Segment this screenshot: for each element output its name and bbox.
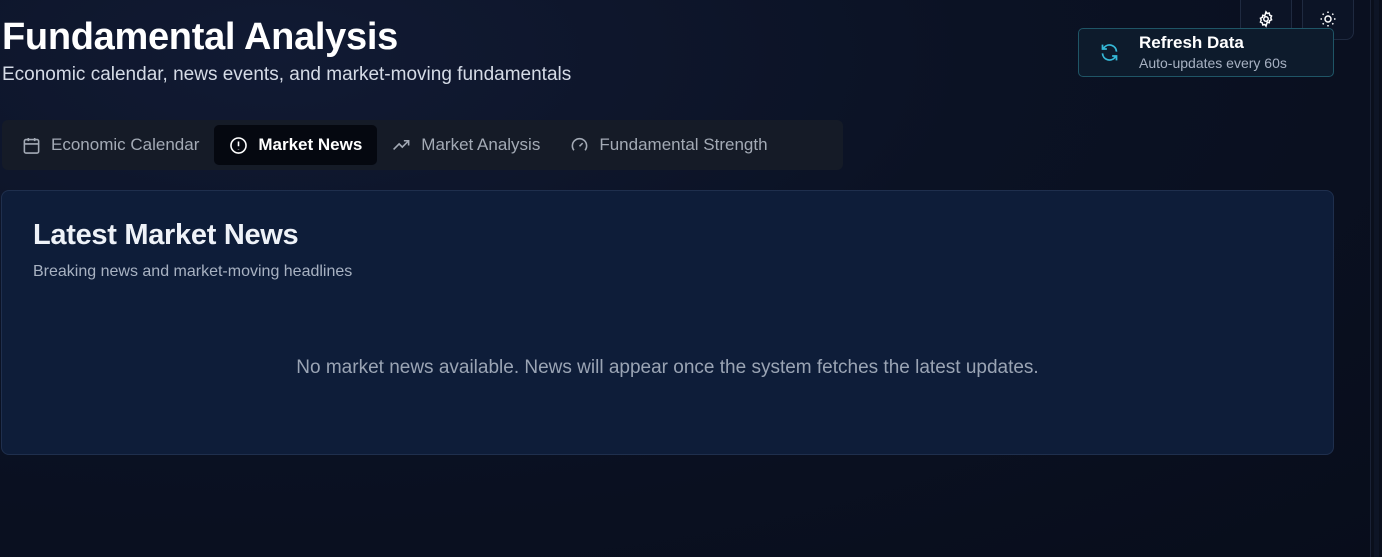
tab-market-analysis[interactable]: Market Analysis (377, 125, 555, 165)
page-subtitle: Economic calendar, news events, and mark… (2, 64, 572, 85)
tab-label: Market Analysis (421, 135, 541, 154)
refresh-label: Refresh Data (1139, 33, 1244, 52)
refresh-text: Refresh Data Auto-updates every 60s (1139, 32, 1287, 73)
refresh-icon-wrap (1079, 42, 1139, 63)
analysis-tabs: Economic Calendar Market News Market Ana… (2, 120, 843, 170)
page-scrollbar[interactable] (1370, 0, 1382, 557)
tab-fundamental-strength[interactable]: Fundamental Strength (555, 125, 782, 165)
tab-label: Economic Calendar (51, 135, 200, 154)
alert-circle-icon (230, 136, 248, 154)
calendar-icon (23, 137, 40, 154)
refresh-sublabel: Auto-updates every 60s (1139, 55, 1287, 71)
market-news-card: Latest Market News Breaking news and mar… (1, 190, 1334, 455)
gauge-icon (571, 137, 588, 151)
empty-news-message: No market news available. News will appe… (296, 357, 1039, 378)
tab-economic-calendar[interactable]: Economic Calendar (7, 125, 214, 165)
trending-up-icon (393, 139, 410, 150)
refresh-icon (1101, 44, 1117, 61)
sun-icon (1320, 11, 1336, 26)
refresh-data-button[interactable]: Refresh Data Auto-updates every 60s (1078, 28, 1334, 77)
gear-icon (1259, 9, 1273, 28)
tab-label: Market News (258, 135, 363, 154)
card-subtitle: Breaking news and market-moving headline… (33, 263, 353, 280)
page-title: Fundamental Analysis (2, 16, 398, 58)
card-title: Latest Market News (33, 219, 299, 251)
tab-market-news[interactable]: Market News (214, 125, 378, 165)
scrollbar-thumb[interactable] (1374, 0, 1379, 557)
tab-label: Fundamental Strength (599, 135, 768, 154)
